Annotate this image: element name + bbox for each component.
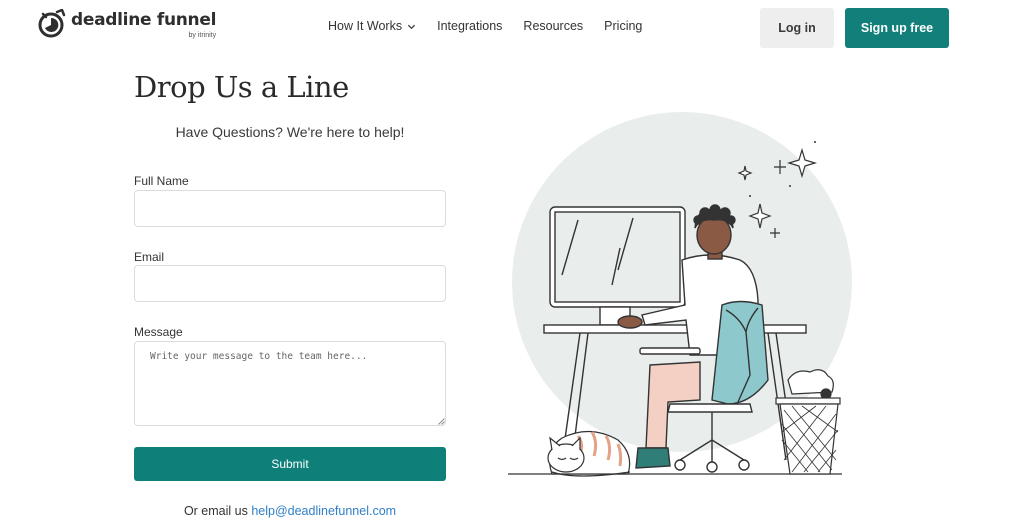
monitor-icon bbox=[549, 206, 686, 326]
resize-grip-icon[interactable] bbox=[438, 418, 445, 425]
nav-label: Resources bbox=[523, 19, 584, 33]
nav-how-it-works[interactable]: How It Works bbox=[328, 19, 416, 33]
login-button[interactable]: Log in bbox=[760, 8, 834, 48]
nav-label: Integrations bbox=[437, 19, 503, 33]
email-input[interactable] bbox=[134, 265, 446, 302]
page-subtitle: Have Questions? We're here to help! bbox=[175, 124, 405, 140]
full-name-input[interactable] bbox=[134, 190, 446, 227]
nav-integrations[interactable]: Integrations bbox=[437, 19, 502, 33]
message-textarea[interactable] bbox=[134, 341, 446, 426]
full-name-label: Full Name bbox=[134, 174, 189, 188]
signup-button[interactable]: Sign up free bbox=[845, 8, 949, 48]
logo-byline: by itrinity bbox=[188, 32, 217, 39]
logo[interactable]: deadline funnel by itrinity bbox=[37, 9, 216, 39]
nav-pricing[interactable]: Pricing bbox=[604, 19, 642, 33]
stopwatch-logo-icon bbox=[38, 9, 66, 38]
logo-name: deadline funnel bbox=[71, 10, 217, 30]
email-us-line: Or email us help@deadlinefunnel.com bbox=[134, 504, 446, 518]
nav-resources[interactable]: Resources bbox=[523, 19, 583, 33]
email-prefix: Or email us bbox=[183, 504, 248, 518]
site-header: deadline funnel by itrinity How It Works… bbox=[0, 0, 1024, 56]
page-title: Drop Us a Line bbox=[134, 70, 349, 104]
email-label: Email bbox=[134, 250, 165, 264]
chevron-down-icon bbox=[408, 24, 416, 29]
contact-illustration bbox=[508, 112, 852, 477]
nav-label: Pricing bbox=[604, 19, 643, 33]
email-link[interactable]: help@deadlinefunnel.com bbox=[251, 504, 396, 518]
submit-button[interactable]: Submit bbox=[134, 447, 446, 481]
nav-label: How It Works bbox=[328, 19, 403, 33]
main-nav: How It Works Integrations Resources Pric… bbox=[328, 19, 663, 33]
message-label: Message bbox=[134, 325, 183, 339]
